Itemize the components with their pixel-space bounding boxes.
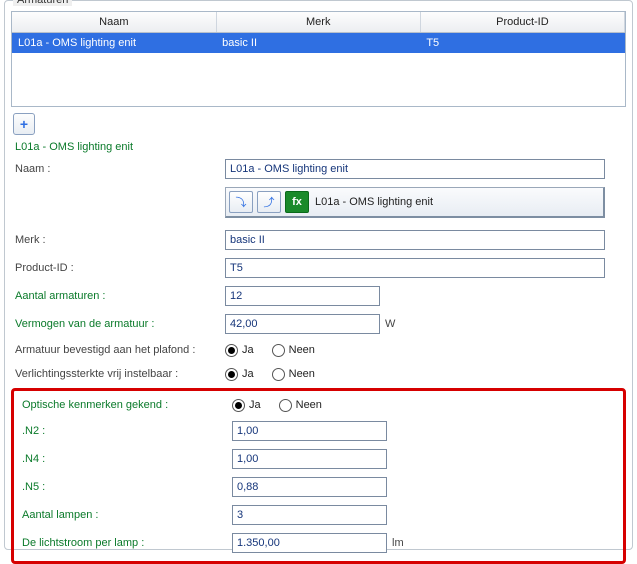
radio-bevestigd-neen[interactable] [272, 344, 285, 357]
add-button[interactable]: + [13, 113, 35, 135]
label-merk: Merk : [15, 234, 225, 246]
label-n2: .N2 : [22, 425, 232, 437]
export-icon: ⤴ [264, 194, 275, 210]
cell-merk: basic II [216, 33, 420, 54]
import-icon: ⤵ [236, 194, 247, 210]
input-product-id[interactable] [225, 258, 605, 278]
label-n5: .N5 : [22, 481, 232, 493]
radio-optische-ja-label: Ja [249, 399, 261, 411]
plus-icon: + [20, 117, 28, 131]
highlighted-section: Optische kenmerken gekend : Ja Neen .N2 … [11, 388, 626, 564]
radio-bevestigd-neen-label: Neen [289, 344, 315, 356]
radio-instelbaar-ja-label: Ja [242, 368, 254, 380]
label-instelbaar: Verlichtingssterkte vrij instelbaar : [15, 368, 225, 380]
table-row[interactable]: L01a - OMS lighting enit basic II T5 [12, 33, 625, 54]
label-optische: Optische kenmerken gekend : [22, 399, 232, 411]
input-n2[interactable] [232, 421, 387, 441]
input-n4[interactable] [232, 449, 387, 469]
label-aantal-lampen: Aantal lampen : [22, 509, 232, 521]
label-lichtstroom: De lichtstroom per lamp : [22, 537, 232, 549]
label-naam: Naam : [15, 163, 225, 175]
label-bevestigd: Armatuur bevestigd aan het plafond : [15, 344, 225, 356]
label-n4: .N4 : [22, 453, 232, 465]
label-vermogen: Vermogen van de armatuur : [15, 318, 225, 330]
input-lichtstroom[interactable] [232, 533, 387, 553]
input-n5[interactable] [232, 477, 387, 497]
table-header-row: Naam Merk Product-ID [12, 12, 625, 33]
input-naam[interactable] [225, 159, 605, 179]
radio-instelbaar-ja[interactable] [225, 368, 238, 381]
toolbar-export-button[interactable]: ⤴ [257, 191, 281, 213]
label-aantal-armaturen: Aantal armaturen : [15, 290, 225, 302]
radio-optische-neen-label: Neen [296, 399, 322, 411]
radio-bevestigd-ja[interactable] [225, 344, 238, 357]
unit-w: W [385, 318, 395, 330]
col-pid[interactable]: Product-ID [420, 12, 624, 33]
toolbar-import-button[interactable]: ⤵ [229, 191, 253, 213]
section-title: L01a - OMS lighting enit [5, 137, 632, 155]
toolbar-calc-button[interactable]: fx [285, 191, 309, 213]
label-product-id: Product-ID : [15, 262, 225, 274]
cell-pid: T5 [420, 33, 624, 54]
calc-icon: fx [292, 196, 302, 208]
radio-optische-ja[interactable] [232, 399, 245, 412]
armaturen-table: Naam Merk Product-ID L01a - OMS lighting… [11, 11, 626, 107]
col-naam[interactable]: Naam [12, 12, 216, 33]
group-title: Armaturen [13, 0, 72, 6]
input-vermogen[interactable] [225, 314, 380, 334]
radio-bevestigd-ja-label: Ja [242, 344, 254, 356]
input-aantal-lampen[interactable] [232, 505, 387, 525]
radio-instelbaar-neen-label: Neen [289, 368, 315, 380]
cell-naam: L01a - OMS lighting enit [12, 33, 216, 54]
input-merk[interactable] [225, 230, 605, 250]
radio-optische-neen[interactable] [279, 399, 292, 412]
col-merk[interactable]: Merk [216, 12, 420, 33]
toolbar-text: L01a - OMS lighting enit [313, 196, 433, 208]
unit-lm: lm [392, 537, 404, 549]
input-aantal-armaturen[interactable] [225, 286, 380, 306]
naam-toolbar: ⤵ ⤴ fx L01a - OMS lighting enit [225, 187, 605, 218]
radio-instelbaar-neen[interactable] [272, 368, 285, 381]
